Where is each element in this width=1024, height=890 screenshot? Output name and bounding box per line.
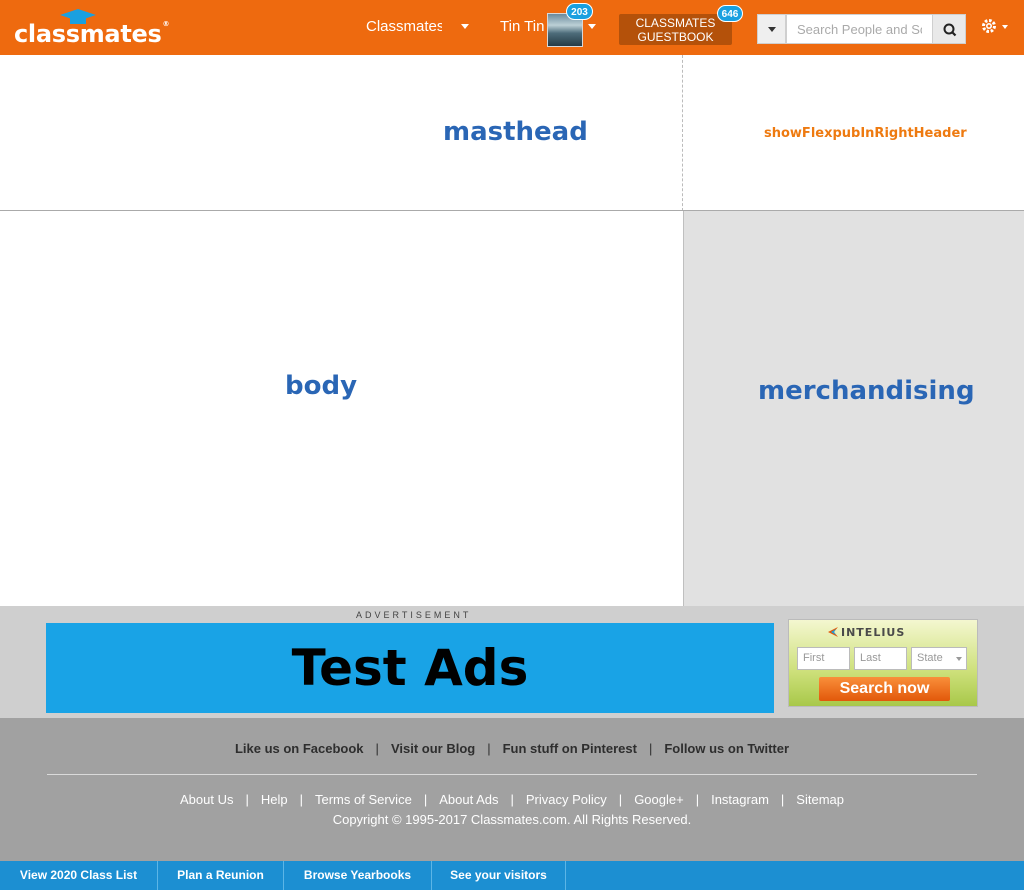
footer-links: About Us | Help | Terms of Service | About Ads…	[0, 792, 1024, 807]
separator: |	[487, 741, 491, 756]
masthead-region: masthead	[0, 55, 683, 211]
separator: |	[695, 792, 700, 807]
school-menu[interactable]: Classmates Te	[366, 18, 442, 35]
chevron-down-icon	[956, 657, 962, 661]
classmates-logo[interactable]: classmates®	[14, 20, 169, 48]
last-name-field[interactable]: Last	[854, 647, 907, 670]
intelius-logo-icon	[828, 627, 838, 637]
masthead-label: masthead	[443, 117, 588, 147]
test-ad-banner[interactable]: Test Ads	[46, 623, 774, 713]
intelius-ad[interactable]: INTELIUS First Last State Search now	[788, 619, 978, 707]
chevron-down-icon	[768, 27, 776, 32]
search-button[interactable]	[932, 14, 966, 44]
search-scope-dropdown[interactable]	[757, 14, 786, 44]
separator: |	[510, 792, 514, 807]
blog-link[interactable]: Visit our Blog	[391, 741, 475, 756]
sitemap-link[interactable]: Sitemap	[796, 792, 844, 807]
search-icon	[943, 23, 957, 37]
chevron-down-icon[interactable]	[588, 24, 596, 29]
search-input[interactable]	[786, 14, 933, 44]
separator: |	[618, 792, 623, 807]
header-divider	[682, 55, 683, 211]
instagram-link[interactable]: Instagram	[711, 792, 769, 807]
advertisement-band: ADVERTISEMENT Test Ads INTELIUS First La…	[0, 606, 1024, 718]
view-class-list-link[interactable]: View 2020 Class List	[0, 861, 158, 890]
user-menu[interactable]: Tin Tin	[500, 18, 544, 35]
guestbook-count-badge: 646	[717, 5, 743, 22]
copyright-text: Copyright © 1995-2017 Classmates.com. Al…	[332, 812, 692, 827]
about-ads-link[interactable]: About Ads	[439, 792, 498, 807]
about-us-link[interactable]: About Us	[180, 792, 233, 807]
notification-badge: 203	[566, 3, 593, 20]
search-now-button[interactable]: Search now	[819, 677, 950, 701]
browse-yearbooks-link[interactable]: Browse Yearbooks	[284, 861, 432, 890]
logo-text: classmates	[14, 20, 162, 48]
body-region: body	[0, 211, 683, 606]
pinterest-link[interactable]: Fun stuff on Pinterest	[503, 741, 637, 756]
separator: |	[299, 792, 303, 807]
merchandising-label: merchandising	[758, 376, 975, 406]
separator: |	[423, 792, 428, 807]
separator: |	[780, 792, 785, 807]
first-name-field[interactable]: First	[797, 647, 850, 670]
help-link[interactable]: Help	[261, 792, 288, 807]
google-plus-link[interactable]: Google+	[634, 792, 684, 807]
separator: |	[245, 792, 249, 807]
footer-divider	[47, 774, 977, 775]
merchandising-region: merchandising	[683, 211, 1024, 606]
registered-mark: ®	[162, 20, 170, 28]
guestbook-line2: GUESTBOOK	[637, 30, 714, 44]
footer: Like us on Facebook | Visit our Blog | Fun s…	[0, 718, 1024, 861]
facebook-link[interactable]: Like us on Facebook	[235, 741, 364, 756]
twitter-link[interactable]: Follow us on Twitter	[664, 741, 789, 756]
gear-icon[interactable]	[981, 17, 1011, 37]
see-visitors-link[interactable]: See your visitors	[432, 861, 566, 890]
social-links: Like us on Facebook | Visit our Blog | Fun s…	[0, 741, 1024, 756]
state-select-label: State	[917, 652, 943, 664]
top-navigation-bar: classmates® Classmates Te Tin Tin 203 CL…	[0, 0, 1024, 55]
separator: |	[648, 741, 653, 756]
state-select[interactable]: State	[911, 647, 967, 670]
plan-reunion-link[interactable]: Plan a Reunion	[158, 861, 284, 890]
page: classmates® Classmates Te Tin Tin 203 CL…	[0, 0, 1024, 890]
right-header-label: showFlexpubInRightHeader	[764, 126, 967, 141]
separator: |	[375, 741, 379, 756]
intelius-brand: INTELIUS	[841, 626, 906, 639]
bottom-action-bar: View 2020 Class List Plan a Reunion Brow…	[0, 861, 1024, 890]
privacy-link[interactable]: Privacy Policy	[526, 792, 607, 807]
advertisement-caption: ADVERTISEMENT	[356, 610, 472, 620]
terms-link[interactable]: Terms of Service	[315, 792, 412, 807]
chevron-down-icon[interactable]	[461, 24, 469, 29]
test-ad-text: Test Ads	[291, 639, 529, 697]
guestbook-button[interactable]: CLASSMATES GUESTBOOK	[619, 14, 732, 45]
body-label: body	[285, 371, 358, 401]
guestbook-line1: CLASSMATES	[635, 16, 716, 30]
